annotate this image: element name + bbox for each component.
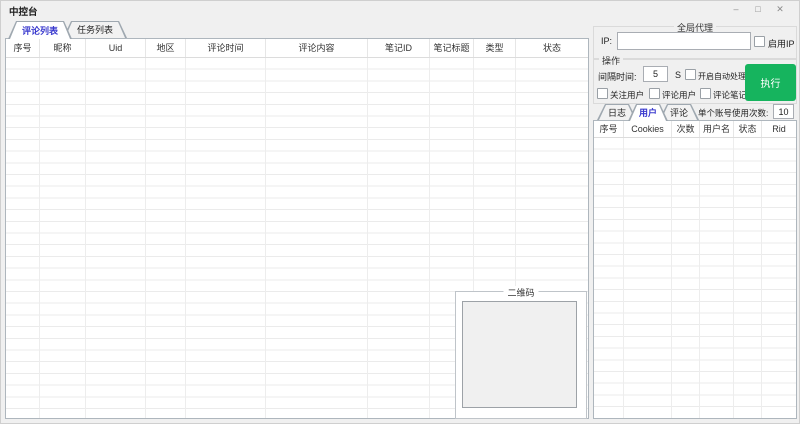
column-header: 笔记标题 [430,39,474,57]
column-header: 次数 [672,121,700,137]
column-header: Rid [762,121,796,137]
comment-user-label: 评论用户 [662,89,696,101]
user-table-header: 序号 Cookies 次数 用户名 状态 Rid [594,121,796,138]
comment-table-header: 序号 昵称 Uid 地区 评论时间 评论内容 笔记ID 笔记标题 类型 状态 [6,39,588,58]
auto-process-label: 开启自动处理 [698,71,746,82]
tab-task-list[interactable]: 任务列表 [63,21,127,38]
follow-user-label: 关注用户 [610,89,644,101]
user-table-gridlines [594,138,796,418]
enable-ip-label: 启用IP [768,37,795,50]
qr-code-group: 二维码 [455,291,587,419]
column-header: 用户名 [700,121,734,137]
column-header: 评论时间 [186,39,266,57]
tab-comment-list-label: 评论列表 [22,24,58,37]
interval-unit-label: S [675,70,681,80]
tab-log-label: 日志 [608,106,626,119]
minimize-icon[interactable]: – [725,2,747,17]
interval-label: 间隔时间: [598,70,637,83]
column-header: 地区 [146,39,186,57]
column-header: Uid [86,39,146,57]
column-header: 评论内容 [266,39,368,57]
window-controls: – □ ✕ [725,2,791,17]
tab-task-list-label: 任务列表 [77,23,113,36]
comment-note-checkbox[interactable] [700,88,711,99]
tab-user[interactable]: 用户 [628,104,668,121]
close-icon[interactable]: ✕ [769,2,791,17]
auto-process-checkbox[interactable] [685,69,696,80]
operations-group: 操作 间隔时间: S 开启自动处理 执行 关注用户 评论用户 评论笔记 [593,59,797,104]
ip-label: IP: [601,36,612,46]
column-header: 笔记ID [368,39,430,57]
usage-count-input[interactable] [773,104,794,119]
ip-input[interactable] [617,32,751,50]
window-title: 中控台 [9,4,38,18]
column-header: 序号 [6,39,40,57]
comment-note-label: 评论笔记 [713,89,747,101]
column-header: 序号 [594,121,624,137]
tab-user-label: 用户 [639,106,657,119]
qr-code-group-title: 二维码 [503,286,538,299]
execute-button[interactable]: 执行 [745,64,796,101]
operations-title: 操作 [599,54,623,67]
qr-code-image-placeholder [462,301,577,408]
enable-ip-checkbox[interactable] [754,36,765,47]
column-header: 昵称 [40,39,86,57]
left-tabstrip: 评论列表 任务列表 [8,21,118,39]
column-header: 状态 [734,121,762,137]
user-table-panel: 序号 Cookies 次数 用户名 状态 Rid [593,120,797,419]
usage-count-label: 单个账号使用次数: [698,107,768,119]
user-table-body [594,138,796,418]
titlebar: 中控台 – □ ✕ [1,1,799,19]
follow-user-checkbox[interactable] [597,88,608,99]
interval-input[interactable] [643,66,668,82]
column-header: 类型 [474,39,516,57]
right-tabstrip: 日志 用户 评论 [597,104,690,121]
global-proxy-group: 全局代理 IP: 启用IP [593,26,797,59]
maximize-icon[interactable]: □ [747,2,769,17]
column-header: Cookies [624,121,672,137]
comment-user-checkbox[interactable] [649,88,660,99]
tab-comment-label: 评论 [670,106,688,119]
tab-comment-list[interactable]: 评论列表 [8,21,72,39]
column-header: 状态 [516,39,588,57]
app-window: 中控台 – □ ✕ 评论列表 任务列表 序号 昵称 Uid 地区 评论时间 评论… [0,0,800,424]
